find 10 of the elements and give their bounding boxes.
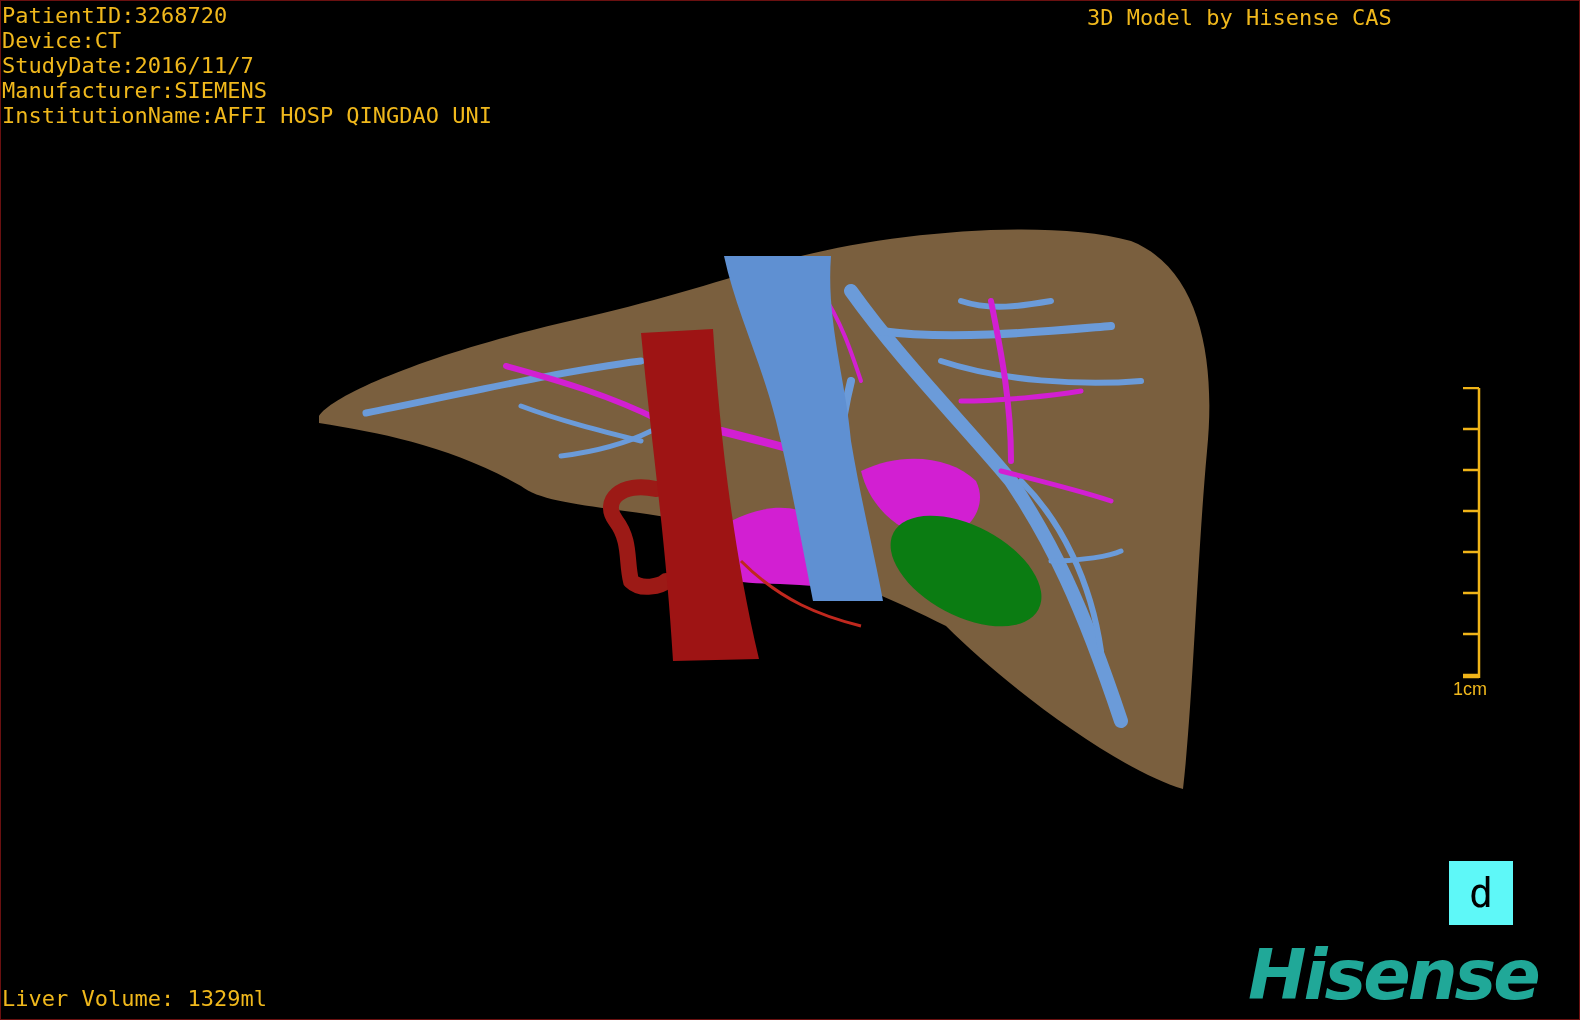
patient-info-line: Device:CT — [2, 28, 123, 53]
view-button[interactable]: d — [1449, 861, 1513, 925]
logo-text: Hisense — [1248, 937, 1538, 1013]
scale-label: 1cm — [1453, 679, 1487, 700]
patient-info-line: Manufacturer:SIEMENS — [2, 78, 268, 103]
patient-info-line: StudyDate:2016/11/7 — [2, 53, 255, 78]
model-credit: 3D Model by Hisense CAS — [1087, 5, 1392, 30]
liver-volume: Liver Volume: 1329ml — [2, 986, 267, 1011]
patient-info-line: PatientID:3268720 — [2, 3, 229, 28]
patient-info-line: InstitutionName:AFFI HOSP QINGDAO UNI — [2, 103, 493, 128]
